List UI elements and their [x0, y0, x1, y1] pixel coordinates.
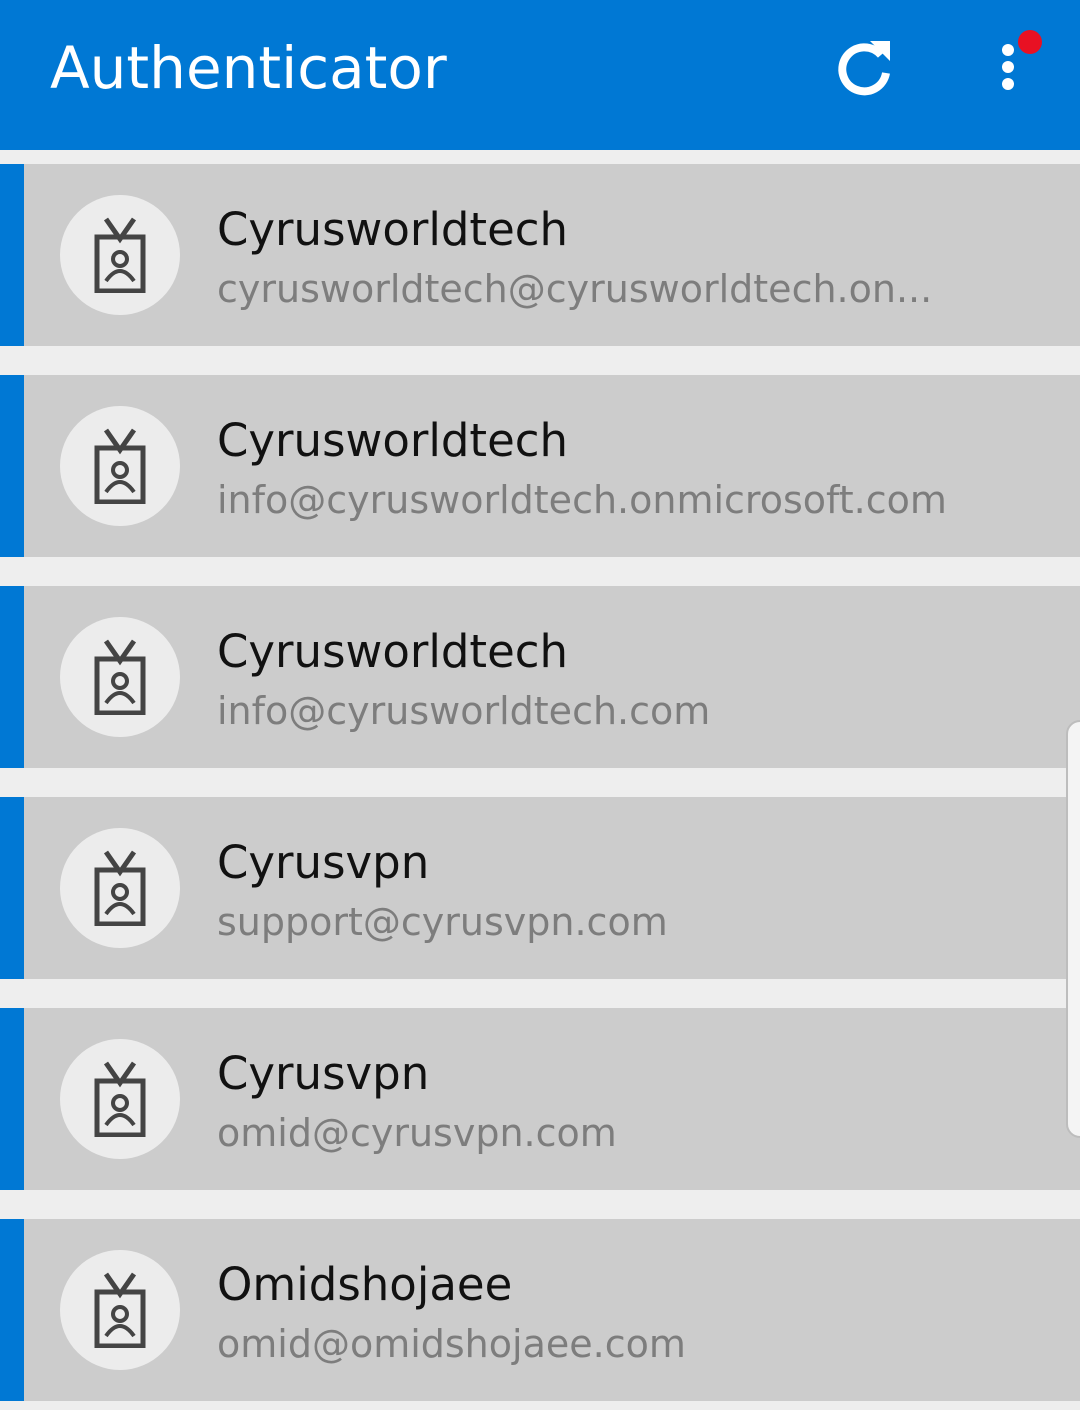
avatar [60, 828, 180, 948]
account-name: Cyrusvpn [217, 836, 430, 889]
notification-dot [1018, 30, 1042, 54]
more-options-button[interactable] [980, 30, 1050, 110]
id-badge-icon [94, 1272, 146, 1348]
account-email: omid@omidshojaee.com [217, 1322, 686, 1366]
account-name: Cyrusworldtech [217, 203, 569, 256]
accent-bar [0, 375, 24, 557]
accent-bar [0, 1219, 24, 1401]
id-badge-icon [94, 217, 146, 293]
account-name: Cyrusworldtech [217, 625, 569, 678]
account-email: info@cyrusworldtech.com [217, 689, 711, 733]
scroll-indicator[interactable] [1066, 720, 1080, 1138]
account-email: info@cyrusworldtech.onmicrosoft.com [217, 478, 947, 522]
account-row[interactable]: Cyrusworldtech cyrusworldtech@cyrusworld… [0, 164, 1080, 346]
accent-bar [0, 1008, 24, 1190]
account-name: Cyrusworldtech [217, 414, 569, 467]
account-row[interactable]: Cyrusvpn support@cyrusvpn.com [0, 797, 1080, 979]
accent-bar [0, 797, 24, 979]
account-email: cyrusworldtech@cyrusworldtech.on... [217, 267, 933, 311]
refresh-button[interactable] [830, 32, 900, 102]
accent-bar [0, 586, 24, 768]
account-name: Cyrusvpn [217, 1047, 430, 1100]
avatar [60, 1250, 180, 1370]
account-name: Omidshojaee [217, 1258, 513, 1311]
refresh-icon [838, 41, 890, 96]
avatar [60, 195, 180, 315]
account-row[interactable]: Omidshojaee omid@omidshojaee.com [0, 1219, 1080, 1401]
id-badge-icon [94, 428, 146, 504]
avatar [60, 406, 180, 526]
account-row[interactable]: Cyrusvpn omid@cyrusvpn.com [0, 1008, 1080, 1190]
app-bar: Authenticator [0, 0, 1080, 150]
account-email: support@cyrusvpn.com [217, 900, 668, 944]
id-badge-icon [94, 850, 146, 926]
id-badge-icon [94, 1061, 146, 1137]
account-row[interactable]: Cyrusworldtech info@cyrusworldtech.com [0, 586, 1080, 768]
app-title: Authenticator [50, 34, 447, 102]
avatar [60, 617, 180, 737]
accent-bar [0, 164, 24, 346]
avatar [60, 1039, 180, 1159]
account-row[interactable]: Cyrusworldtech info@cyrusworldtech.onmic… [0, 375, 1080, 557]
id-badge-icon [94, 639, 146, 715]
account-email: omid@cyrusvpn.com [217, 1111, 617, 1155]
